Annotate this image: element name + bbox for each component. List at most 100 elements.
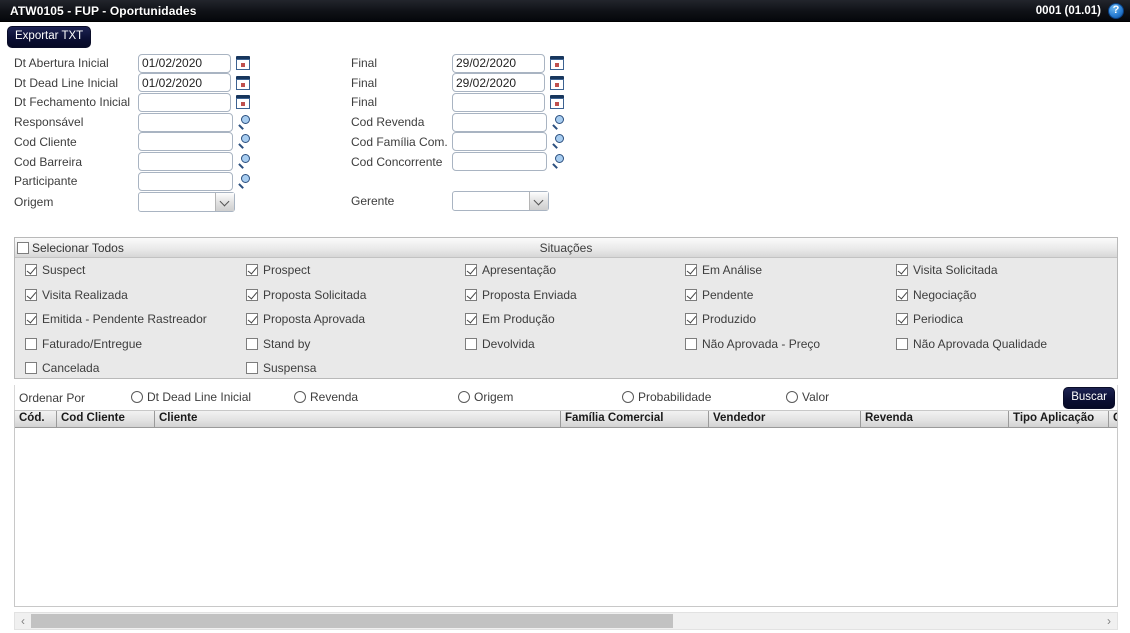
order-radio-revenda[interactable]: Revenda bbox=[294, 390, 358, 404]
search-lookup-icon[interactable] bbox=[238, 173, 253, 189]
checkbox-periodica[interactable] bbox=[896, 313, 908, 326]
search-button[interactable]: Buscar bbox=[1063, 387, 1115, 409]
situacao-checkbox-devolvida[interactable]: Devolvida bbox=[465, 337, 535, 351]
situacao-checkbox-visita-solicitada[interactable]: Visita Solicitada bbox=[896, 263, 998, 277]
grid-column-header-familia-comercial[interactable]: Família Comercial bbox=[561, 411, 709, 427]
checkbox-visita-solicitada[interactable] bbox=[896, 264, 908, 276]
order-radio-dt-dead-line-inicial[interactable]: Dt Dead Line Inicial bbox=[131, 390, 251, 404]
input-final[interactable] bbox=[452, 92, 545, 112]
radio-origem[interactable] bbox=[458, 391, 470, 403]
situacao-checkbox-pendente[interactable]: Pendente bbox=[685, 288, 753, 302]
situacao-checkbox-proposta-enviada[interactable]: Proposta Enviada bbox=[465, 288, 577, 302]
export-txt-button[interactable]: Exportar TXT bbox=[7, 26, 92, 48]
checkbox-apresentacao[interactable] bbox=[465, 264, 477, 276]
calendar-icon[interactable] bbox=[550, 75, 564, 90]
input-dt-fechamento-inicial[interactable] bbox=[138, 92, 231, 112]
input-cod-barreira[interactable] bbox=[138, 152, 233, 171]
checkbox-suspect[interactable] bbox=[25, 264, 37, 276]
situacao-checkbox-stand-by[interactable]: Stand by bbox=[246, 337, 310, 351]
calendar-icon[interactable] bbox=[236, 56, 250, 70]
situacao-checkbox-visita-realizada[interactable]: Visita Realizada bbox=[25, 288, 128, 302]
calendar-icon[interactable] bbox=[550, 95, 564, 110]
checkbox-faturado-entregue[interactable] bbox=[25, 337, 37, 350]
checkbox-suspensa[interactable] bbox=[246, 362, 258, 375]
checkbox-produzido[interactable] bbox=[685, 313, 697, 326]
checkbox-nao-aprovada-qualidade[interactable] bbox=[896, 337, 908, 350]
situacao-checkbox-emitida-pendente-rastreador[interactable]: Emitida - Pendente Rastreador bbox=[25, 312, 207, 326]
order-radio-origem[interactable]: Origem bbox=[458, 390, 513, 404]
situacao-checkbox-em-producao[interactable]: Em Produção bbox=[465, 312, 555, 326]
radio-probabilidade[interactable] bbox=[622, 391, 634, 403]
situacao-checkbox-nao-aprovada-qualidade[interactable]: Não Aprovada Qualidade bbox=[896, 337, 1047, 351]
checkbox-em-producao[interactable] bbox=[465, 313, 477, 326]
input-final[interactable] bbox=[452, 53, 545, 73]
situacao-checkbox-prospect[interactable]: Prospect bbox=[246, 263, 310, 277]
checkbox-emitida-pendente-rastreador[interactable] bbox=[25, 313, 37, 326]
grid-column-header-c[interactable]: C bbox=[1109, 411, 1117, 427]
checkbox-proposta-solicitada[interactable] bbox=[246, 288, 258, 301]
situacao-checkbox-cancelada[interactable]: Cancelada bbox=[25, 361, 99, 375]
horizontal-scrollbar[interactable]: ‹ › bbox=[14, 612, 1118, 630]
input-dt-dead-line-inicial[interactable] bbox=[138, 73, 231, 93]
scrollbar-track[interactable] bbox=[31, 614, 1101, 628]
checkbox-proposta-aprovada[interactable] bbox=[246, 313, 258, 326]
calendar-icon[interactable] bbox=[550, 56, 564, 70]
order-radio-probabilidade[interactable]: Probabilidade bbox=[622, 390, 711, 404]
help-icon[interactable]: ? bbox=[1108, 2, 1124, 19]
search-lookup-icon[interactable] bbox=[238, 154, 253, 169]
checkbox-negociacao[interactable] bbox=[896, 288, 908, 301]
situacao-checkbox-apresentacao[interactable]: Apresentação bbox=[465, 263, 556, 277]
calendar-icon[interactable] bbox=[236, 75, 250, 90]
search-lookup-icon[interactable] bbox=[552, 154, 567, 169]
situacao-checkbox-produzido[interactable]: Produzido bbox=[685, 312, 756, 326]
order-radio-valor[interactable]: Valor bbox=[786, 390, 829, 404]
situacao-checkbox-suspensa[interactable]: Suspensa bbox=[246, 361, 316, 375]
situacao-checkbox-proposta-aprovada[interactable]: Proposta Aprovada bbox=[246, 312, 365, 326]
input-cod-concorrente[interactable] bbox=[452, 152, 547, 171]
grid-column-header-cod[interactable]: Cód. bbox=[15, 411, 57, 427]
situacao-checkbox-faturado-entregue[interactable]: Faturado/Entregue bbox=[25, 337, 142, 351]
situacao-checkbox-em-analise[interactable]: Em Análise bbox=[685, 263, 762, 277]
checkbox-pendente[interactable] bbox=[685, 288, 697, 301]
radio-dt-dead-line-inicial[interactable] bbox=[131, 391, 143, 403]
grid-column-header-cod-cliente[interactable]: Cod Cliente bbox=[57, 411, 155, 427]
input-dt-abertura-inicial[interactable] bbox=[138, 53, 231, 73]
checkbox-cancelada[interactable] bbox=[25, 362, 37, 375]
checkbox-visita-realizada[interactable] bbox=[25, 288, 37, 301]
chevron-down-icon[interactable] bbox=[529, 191, 548, 210]
input-cod-revenda[interactable] bbox=[452, 112, 547, 132]
radio-revenda[interactable] bbox=[294, 391, 306, 403]
input-responsavel[interactable] bbox=[138, 112, 233, 132]
input-cod-cliente[interactable] bbox=[138, 132, 233, 152]
input-participante[interactable] bbox=[138, 171, 233, 191]
checkbox-em-analise[interactable] bbox=[685, 264, 697, 276]
search-lookup-icon[interactable] bbox=[552, 114, 567, 130]
chevron-down-icon[interactable] bbox=[215, 192, 234, 211]
situacao-checkbox-nao-aprovada-preco[interactable]: Não Aprovada - Preço bbox=[685, 337, 820, 351]
scrollbar-thumb[interactable] bbox=[31, 614, 673, 628]
grid-column-header-cliente[interactable]: Cliente bbox=[155, 411, 561, 427]
scroll-left-arrow-icon[interactable]: ‹ bbox=[15, 613, 31, 629]
search-lookup-icon[interactable] bbox=[238, 134, 253, 150]
search-lookup-icon[interactable] bbox=[552, 134, 567, 150]
situacao-checkbox-suspect[interactable]: Suspect bbox=[25, 263, 85, 277]
situacao-checkbox-periodica[interactable]: Periodica bbox=[896, 312, 963, 326]
checkbox-stand-by[interactable] bbox=[246, 337, 258, 350]
input-final[interactable] bbox=[452, 73, 545, 93]
situacao-checkbox-proposta-solicitada[interactable]: Proposta Solicitada bbox=[246, 288, 366, 302]
scroll-right-arrow-icon[interactable]: › bbox=[1101, 613, 1117, 629]
select-origem[interactable] bbox=[138, 191, 235, 212]
radio-valor[interactable] bbox=[786, 391, 798, 403]
checkbox-prospect[interactable] bbox=[246, 264, 258, 276]
calendar-icon[interactable] bbox=[236, 95, 250, 110]
input-cod-familia-com[interactable] bbox=[452, 132, 547, 152]
checkbox-proposta-enviada[interactable] bbox=[465, 288, 477, 301]
search-lookup-icon[interactable] bbox=[238, 114, 253, 130]
checkbox-nao-aprovada-preco[interactable] bbox=[685, 337, 697, 350]
select-gerente[interactable] bbox=[452, 190, 549, 211]
grid-column-header-vendedor[interactable]: Vendedor bbox=[709, 411, 861, 427]
situacao-checkbox-negociacao[interactable]: Negociação bbox=[896, 288, 976, 302]
checkbox-devolvida[interactable] bbox=[465, 337, 477, 350]
grid-column-header-revenda[interactable]: Revenda bbox=[861, 411, 1009, 427]
grid-column-header-tipo-aplicacao[interactable]: Tipo Aplicação bbox=[1009, 411, 1109, 427]
